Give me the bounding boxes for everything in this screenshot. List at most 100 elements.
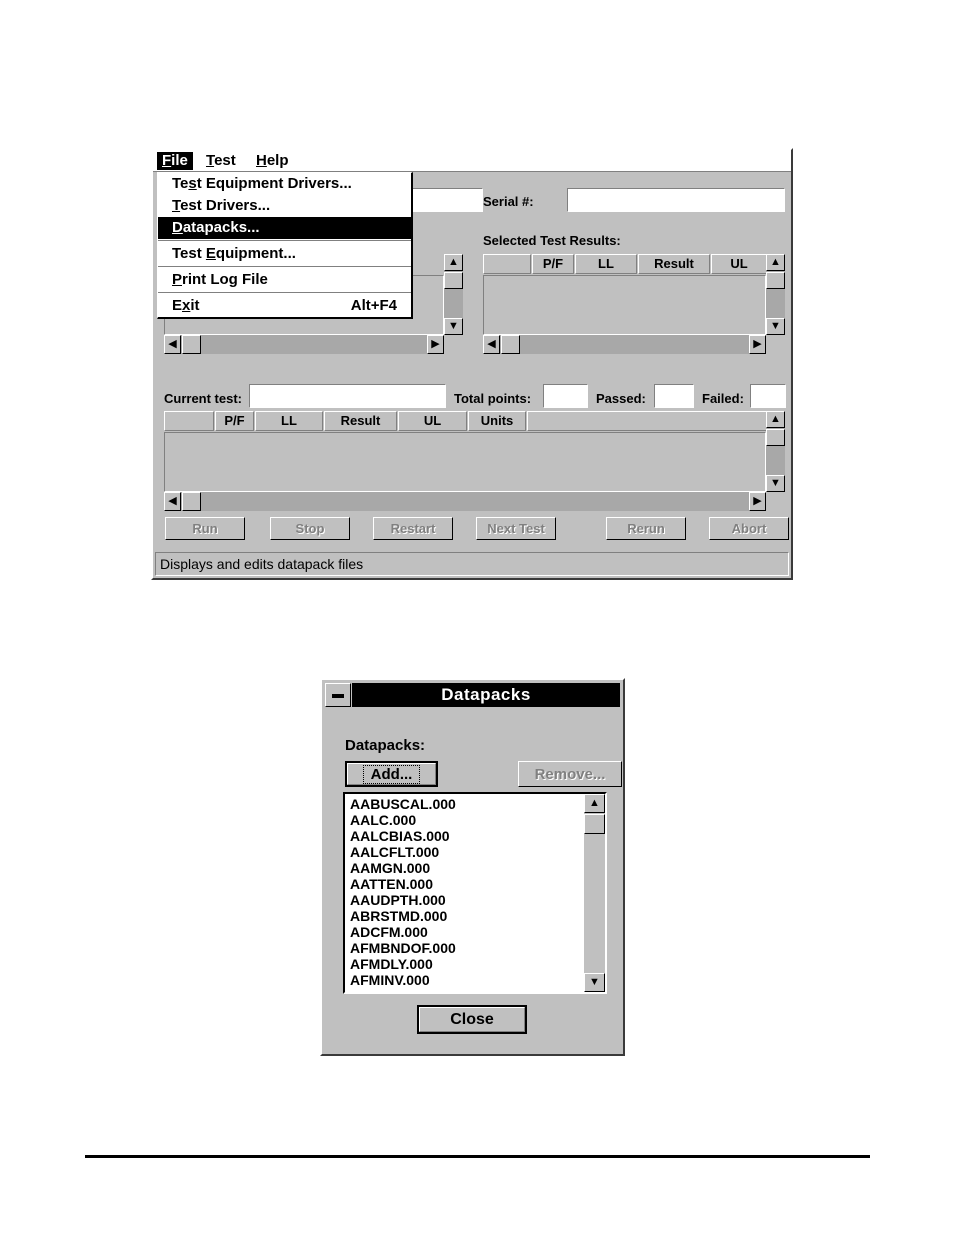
datapacks-scroll-down-icon[interactable]: ▼	[584, 973, 605, 992]
serial-input[interactable]	[567, 188, 785, 212]
left-table-scroll-up-icon[interactable]: ▲	[444, 254, 463, 271]
add-button-label: Add...	[362, 764, 421, 784]
results-scroll-right-icon[interactable]: ▶	[749, 335, 766, 354]
menu-separator-2	[158, 266, 411, 268]
results-scroll-down-icon[interactable]: ▼	[766, 318, 785, 335]
current-col-filler	[527, 411, 770, 431]
menu-item-test-equipment-drivers[interactable]: Test Equipment Drivers...	[158, 173, 411, 195]
add-button[interactable]: Add...	[345, 761, 438, 787]
passed-input[interactable]	[654, 384, 694, 408]
results-col-result[interactable]: Result	[638, 254, 710, 274]
results-col-blank[interactable]	[483, 254, 531, 274]
test-executive-window: File Test Help Serial #: Selected Test R…	[151, 148, 793, 580]
results-hscroll-thumb[interactable]	[501, 335, 520, 354]
close-button-label: Close	[419, 1007, 525, 1032]
current-scroll-up-icon[interactable]: ▲	[766, 411, 785, 428]
current-test-table: P/F LL Result UL Units ▲ ▼ ◀ ▶	[164, 411, 785, 511]
list-item[interactable]: ABRSTMD.000	[347, 908, 582, 924]
results-col-ll[interactable]: LL	[575, 254, 637, 274]
datapacks-scroll-up-icon[interactable]: ▲	[584, 794, 605, 813]
menu-item-datapacks[interactable]: Datapacks...	[158, 217, 411, 239]
list-item[interactable]: AATTEN.000	[347, 876, 582, 892]
results-scroll-up-icon[interactable]: ▲	[766, 254, 785, 271]
model-field[interactable]	[408, 188, 483, 212]
menu-separator-3	[158, 292, 411, 294]
results-col-ul[interactable]: UL	[711, 254, 767, 274]
status-bar: Displays and edits datapack files	[155, 552, 789, 576]
left-table-scroll-left-icon[interactable]: ◀	[164, 335, 181, 354]
dialog-title: Datapacks	[441, 685, 531, 704]
selected-test-results-label: Selected Test Results:	[483, 233, 621, 248]
current-test-input[interactable]	[249, 384, 446, 408]
left-table-vscroll-thumb[interactable]	[444, 272, 463, 289]
stop-button[interactable]: Stop	[270, 517, 350, 540]
menu-item-test-equipment[interactable]: Test Equipment...	[158, 243, 411, 265]
menu-separator	[158, 240, 411, 242]
list-item[interactable]: AAUDPTH.000	[347, 892, 582, 908]
results-scroll-left-icon[interactable]: ◀	[483, 335, 500, 354]
menu-help[interactable]: Help	[251, 152, 294, 170]
current-table-vscrollbar[interactable]: ▲ ▼	[766, 411, 785, 492]
datapacks-list-label: Datapacks:	[345, 737, 426, 754]
menu-item-exit-accel: Alt+F4	[350, 297, 397, 314]
current-table-header: P/F LL Result UL Units	[164, 411, 771, 431]
list-item[interactable]: AFMINV.000	[347, 972, 582, 988]
left-table-hscroll-thumb[interactable]	[182, 335, 201, 354]
current-col-ll[interactable]: LL	[255, 411, 323, 431]
close-button[interactable]: Close	[417, 1005, 527, 1034]
page-footer-rule	[85, 1155, 870, 1158]
datapacks-list-items: AABUSCAL.000 AALC.000 AALCBIAS.000 AALCF…	[347, 796, 582, 988]
menu-item-print-log-file[interactable]: Print Log File	[158, 269, 411, 291]
current-col-units[interactable]: Units	[468, 411, 526, 431]
restart-button[interactable]: Restart	[373, 517, 453, 540]
list-item[interactable]: AAMGN.000	[347, 860, 582, 876]
run-button[interactable]: Run	[165, 517, 245, 540]
current-col-result[interactable]: Result	[324, 411, 397, 431]
current-table-hscrollbar[interactable]: ◀ ▶	[164, 492, 766, 511]
datapacks-scroll-thumb[interactable]	[584, 814, 605, 834]
current-scroll-right-icon[interactable]: ▶	[749, 492, 766, 511]
rerun-button[interactable]: Rerun	[606, 517, 686, 540]
menu-bar: File Test Help	[153, 150, 791, 172]
current-col-blank[interactable]	[164, 411, 214, 431]
list-item[interactable]: AFMDLY.000	[347, 956, 582, 972]
list-item[interactable]: AALC.000	[347, 812, 582, 828]
menu-file[interactable]: File	[157, 152, 193, 170]
abort-button[interactable]: Abort	[709, 517, 789, 540]
results-table-hscrollbar[interactable]: ◀ ▶	[483, 335, 766, 354]
menu-test[interactable]: Test	[201, 152, 241, 170]
list-item[interactable]: ADCFM.000	[347, 924, 582, 940]
menu-item-exit[interactable]: Exit Alt+F4	[158, 295, 411, 317]
results-table-vscrollbar[interactable]: ▲ ▼	[766, 254, 785, 335]
current-scroll-left-icon[interactable]: ◀	[164, 492, 181, 511]
results-vscroll-thumb[interactable]	[766, 272, 785, 289]
list-item[interactable]: AABUSCAL.000	[347, 796, 582, 812]
failed-input[interactable]	[750, 384, 786, 408]
current-col-ul[interactable]: UL	[398, 411, 467, 431]
results-col-pf[interactable]: P/F	[532, 254, 574, 274]
datapacks-dialog: Datapacks Datapacks: Add... Remove... AA…	[320, 678, 625, 1056]
dialog-titlebar: Datapacks	[325, 683, 620, 707]
current-scroll-down-icon[interactable]: ▼	[766, 475, 785, 492]
list-item[interactable]: AALCFLT.000	[347, 844, 582, 860]
minimize-icon[interactable]	[325, 683, 351, 707]
menu-item-test-drivers[interactable]: Test Drivers...	[158, 195, 411, 217]
results-table-header: P/F LL Result UL	[483, 254, 768, 274]
current-vscroll-thumb[interactable]	[766, 429, 785, 446]
total-points-label: Total points:	[454, 391, 532, 406]
current-col-pf[interactable]: P/F	[215, 411, 254, 431]
left-table-hscrollbar[interactable]: ◀ ▶	[164, 335, 444, 354]
next-test-button[interactable]: Next Test	[476, 517, 556, 540]
current-hscroll-thumb[interactable]	[182, 492, 201, 511]
dialog-title-background: Datapacks	[352, 683, 620, 707]
datapacks-list-scrollbar[interactable]: ▲ ▼	[584, 794, 605, 992]
left-table-scroll-down-icon[interactable]: ▼	[444, 318, 463, 335]
total-points-input[interactable]	[543, 384, 588, 408]
list-item[interactable]: AALCBIAS.000	[347, 828, 582, 844]
datapacks-listbox[interactable]: AABUSCAL.000 AALC.000 AALCBIAS.000 AALCF…	[343, 792, 607, 994]
left-table-scroll-right-icon[interactable]: ▶	[427, 335, 444, 354]
list-item[interactable]: AFMBNDOF.000	[347, 940, 582, 956]
left-table-vscrollbar[interactable]: ▲ ▼	[444, 254, 463, 335]
selected-results-table: P/F LL Result UL ▲ ▼ ◀ ▶	[483, 254, 785, 354]
remove-button[interactable]: Remove...	[518, 761, 622, 787]
